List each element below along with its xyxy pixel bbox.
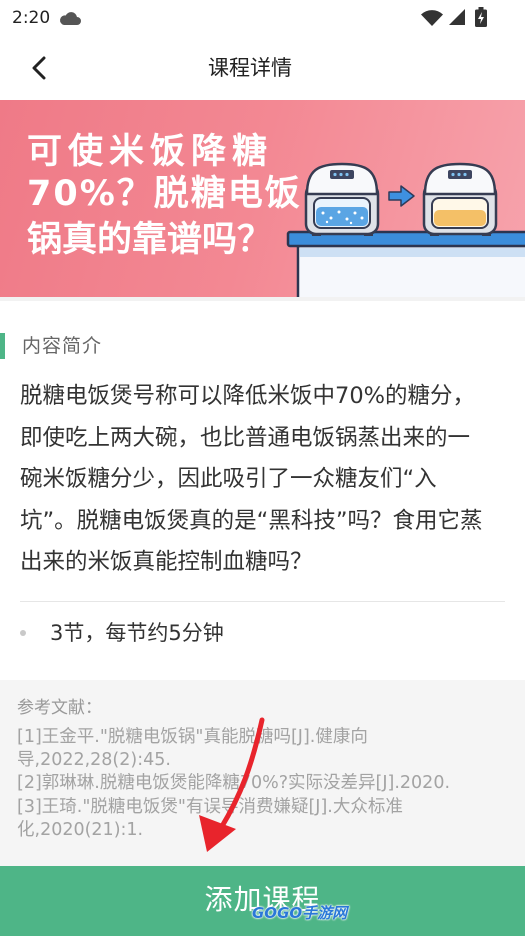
- section-accent-bar: [0, 333, 5, 359]
- divider: [20, 601, 505, 602]
- banner-headline-line: 70%？脱糖电饭: [27, 174, 302, 214]
- status-bar: 2:20: [0, 0, 525, 36]
- description-line: 碗米饭糖分少，因此吸引了一众糖友们“入: [20, 466, 437, 492]
- wifi-icon: [421, 9, 443, 27]
- description-line: 坑”。脱糖电饭煲真的是“黑科技”吗？食用它蒸: [20, 507, 483, 534]
- course-detail-screen: 2:20 课程详情 可使米饭降糖 70%？脱糖电饭 锅真的靠谱吗？ 内容简介 脱…: [0, 0, 525, 936]
- status-time: 2:20: [12, 8, 51, 28]
- reference-line: [2]郭琳琳.脱糖电饭煲能降糖70%?实际没差异[J].2020.: [17, 773, 451, 794]
- arrow-right-icon: [388, 185, 415, 207]
- watermark-logo: GOGO手游网: [252, 904, 348, 922]
- description-line: 出来的米饭真能控制血糖吗？: [20, 549, 313, 575]
- references-title: 参考文献：: [17, 698, 102, 718]
- reference-line: 化,2020(21):1.: [17, 819, 144, 840]
- reference-line: [3]王琦."脱糖电饭煲"有误导消费嫌疑[J].大众标准: [17, 796, 403, 817]
- signal-icon: [448, 8, 466, 26]
- page-title: 课程详情: [208, 56, 292, 80]
- cloud-icon: [58, 10, 82, 26]
- chevron-left-icon: [29, 56, 49, 80]
- banner-headline-line: 可使米饭降糖: [27, 132, 274, 172]
- bullet-icon: [20, 630, 26, 636]
- add-course-button[interactable]: 添加课程: [0, 866, 525, 936]
- reference-line: [1]王金平."脱糖电饭锅"真能脱糖吗[J].健康向: [17, 727, 368, 747]
- reference-line: 导,2022,28(2):45.: [17, 750, 171, 771]
- references-section: 参考文献： [1]王金平."脱糖电饭锅"真能脱糖吗[J].健康向 导,2022,…: [0, 680, 525, 866]
- section-title: 内容简介: [22, 335, 103, 357]
- banner-headline-line: 锅真的靠谱吗？: [27, 220, 273, 260]
- back-button[interactable]: [22, 50, 56, 86]
- battery-charging-icon: [475, 7, 487, 27]
- description-line: 即使吃上两大碗，也比普通电饭锅蒸出来的一: [20, 424, 471, 451]
- rice-cooker-icon: [422, 162, 498, 236]
- table-illustration: [286, 230, 525, 297]
- references-list: [1]王金平."脱糖电饭锅"真能脱糖吗[J].健康向 导,2022,28(2):…: [17, 726, 517, 842]
- lesson-info: 3节，每节约5分钟: [50, 621, 224, 645]
- rice-cooker-icon: [304, 162, 380, 236]
- description-line: 脱糖电饭煲号称可以降低米饭中70%的糖分，: [20, 383, 476, 409]
- course-description: 脱糖电饭煲号称可以降低米饭中70%的糖分， 即使吃上两大碗，也比普通电饭锅蒸出来…: [20, 376, 510, 584]
- course-banner: 可使米饭降糖 70%？脱糖电饭 锅真的靠谱吗？: [0, 100, 525, 297]
- divider: [0, 297, 525, 301]
- app-header: 课程详情: [0, 36, 525, 100]
